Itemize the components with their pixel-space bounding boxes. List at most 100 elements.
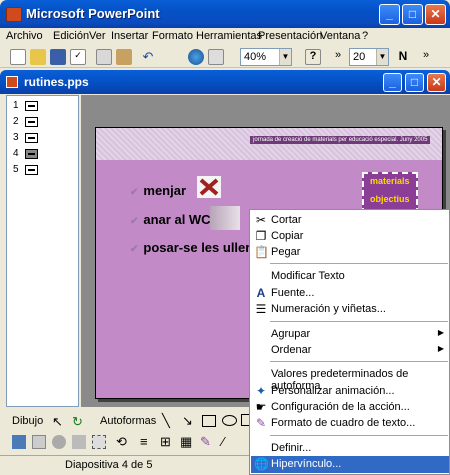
doc-close-button[interactable]: ✕ xyxy=(427,73,446,92)
slide-status: Diapositiva 4 de 5 xyxy=(65,459,153,471)
brightness-icon[interactable] xyxy=(72,435,86,449)
bullet-item-3[interactable]: ✔ posar-se les ullere xyxy=(130,240,258,255)
menu-item-formato-cuadro-texto[interactable]: ✎ Formato de cuadro de texto... xyxy=(251,415,449,432)
slide-thumb-2[interactable]: 2 xyxy=(13,116,38,127)
menu-ventana[interactable]: Ventana xyxy=(320,30,360,42)
standard-toolbar: ✓ ↶ 40% ▼ ? » 20 ▼ N » xyxy=(0,46,450,68)
maximize-button[interactable]: □ xyxy=(402,4,423,25)
document-title: rutines.pps xyxy=(24,75,89,89)
menu-item-modificar-texto[interactable]: Modificar Texto xyxy=(251,268,449,285)
menu-insertar[interactable]: Insertar xyxy=(111,30,148,42)
menu-bar: Archivo Edición Ver Insertar Formato Her… xyxy=(0,28,450,46)
font-icon: A xyxy=(256,286,266,300)
copy-icon[interactable] xyxy=(96,49,112,65)
ellipse-icon[interactable] xyxy=(222,415,237,426)
menu-item-cortar[interactable]: ✂ Cortar xyxy=(251,212,449,229)
slide-thumb-3[interactable]: 3 xyxy=(13,132,38,143)
utensils-image[interactable] xyxy=(197,176,221,198)
menu-item-copiar[interactable]: ❐ Copiar xyxy=(251,228,449,245)
menu-ver[interactable]: Ver xyxy=(89,30,106,42)
zoom-select[interactable]: 40% ▼ xyxy=(240,48,292,66)
menu-item-pegar[interactable]: 📋 Pegar xyxy=(251,244,449,261)
bullet-item-2[interactable]: ✔ anar al WC xyxy=(130,212,211,227)
menu-separator xyxy=(270,321,448,322)
undo-icon[interactable]: ↶ xyxy=(140,49,156,65)
table-icon[interactable] xyxy=(208,49,224,65)
menu-archivo[interactable]: Archivo xyxy=(6,30,43,42)
object-text-2: objectius xyxy=(370,194,410,204)
slide-thumb-1[interactable]: 1 xyxy=(13,100,38,111)
help-icon[interactable]: ? xyxy=(305,49,321,65)
line-icon[interactable]: ╲ xyxy=(162,413,170,429)
hyperlink-icon[interactable] xyxy=(188,49,204,65)
menu-formato[interactable]: Formato xyxy=(152,30,193,42)
autoformas-menu[interactable]: Autoformas xyxy=(100,415,156,427)
minimize-button[interactable]: _ xyxy=(379,4,400,25)
menu-item-hipervinculo[interactable]: 🌐 Hipervínculo... xyxy=(251,456,449,473)
action-icon: ☛ xyxy=(255,400,267,414)
slide-thumb-4[interactable]: 4 xyxy=(13,148,38,159)
wc-image[interactable] xyxy=(210,206,240,230)
toolbar-overflow2-icon[interactable]: » xyxy=(418,49,434,65)
format-picture-icon[interactable]: ▦ xyxy=(180,434,192,450)
color-icon[interactable] xyxy=(32,435,46,449)
menu-herramientas[interactable]: Herramientas xyxy=(196,30,262,42)
save-icon[interactable] xyxy=(50,49,66,65)
slide-header-band xyxy=(96,128,442,160)
menu-item-fuente[interactable]: A Fuente... xyxy=(251,285,449,302)
spellcheck-icon[interactable]: ✓ xyxy=(70,49,86,65)
menu-separator xyxy=(270,263,448,264)
menu-item-numeracion[interactable]: ☰ Numeración y viñetas... xyxy=(251,301,449,318)
rotate-icon[interactable]: ↻ xyxy=(72,414,83,430)
objectives-box[interactable]: materials objectius xyxy=(362,172,418,214)
menu-item-agrupar[interactable]: Agrupar ▶ xyxy=(251,326,449,343)
menu-item-ordenar[interactable]: Ordenar ▶ xyxy=(251,342,449,359)
app-title: Microsoft PowerPoint xyxy=(26,6,160,21)
doc-minimize-button[interactable]: _ xyxy=(383,73,402,92)
slide-thumb-5[interactable]: 5 xyxy=(13,164,38,175)
dibujo-menu[interactable]: Dibujo xyxy=(12,415,43,427)
font-size-select[interactable]: 20 ▼ xyxy=(349,48,389,66)
menu-item-definir[interactable]: Definir... xyxy=(251,440,449,457)
toolbar-overflow-icon[interactable]: » xyxy=(330,49,346,65)
new-icon[interactable] xyxy=(10,49,26,65)
copy-icon: ❐ xyxy=(255,229,267,243)
transparent-icon[interactable]: ⁄ xyxy=(222,434,224,449)
line-style-icon[interactable]: ≡ xyxy=(140,434,148,449)
insert-picture-icon[interactable] xyxy=(12,435,26,449)
powerpoint-icon xyxy=(6,7,22,22)
menu-edicion[interactable]: Edición xyxy=(53,30,89,42)
recolor-icon[interactable]: ✎ xyxy=(200,434,211,450)
menu-item-valores-predeterminados[interactable]: Valores predeterminados de autoforma xyxy=(251,366,449,392)
textbox-format-icon: ✎ xyxy=(255,416,267,430)
open-folder-icon[interactable] xyxy=(30,49,46,65)
paste-icon[interactable] xyxy=(116,49,132,65)
submenu-arrow-icon: ▶ xyxy=(437,344,444,353)
bold-icon[interactable]: N xyxy=(395,49,411,65)
crop-icon[interactable] xyxy=(92,435,106,449)
menu-item-configuracion-accion[interactable]: ☛ Configuración de la acción... xyxy=(251,399,449,416)
close-button[interactable]: ✕ xyxy=(425,4,446,25)
select-arrow-icon[interactable]: ↖ xyxy=(52,414,63,430)
animation-icon: ✦ xyxy=(255,384,267,398)
menu-item-personalizar-animacion[interactable]: ✦ Personalizar animación... xyxy=(251,383,449,400)
menu-separator xyxy=(270,435,448,436)
menu-help[interactable]: ? xyxy=(362,30,368,42)
doc-maximize-button[interactable]: □ xyxy=(405,73,424,92)
compress-icon[interactable]: ⊞ xyxy=(160,434,171,450)
rectangle-icon[interactable] xyxy=(202,415,216,427)
document-icon xyxy=(6,76,18,88)
contrast-icon[interactable] xyxy=(52,435,66,449)
scissors-icon: ✂ xyxy=(255,213,267,227)
bullet-item-1[interactable]: ✔ menjar xyxy=(130,183,186,198)
arrow-icon[interactable]: ↘ xyxy=(182,413,193,429)
context-menu: ✂ Cortar ❐ Copiar 📋 Pegar Modificar Texto A… xyxy=(249,209,450,475)
slides-outline-pane[interactable]: 1 2 3 4 5 xyxy=(6,95,79,407)
paste-icon: 📋 xyxy=(254,245,269,259)
menu-separator xyxy=(270,361,448,362)
slide-header-text: jornada de creació de materials per educ… xyxy=(250,136,431,144)
hyperlink-icon: 🌐 xyxy=(254,457,269,471)
menu-presentacion[interactable]: Presentación xyxy=(258,30,322,42)
rotate-left-icon[interactable]: ⟲ xyxy=(116,434,127,450)
submenu-arrow-icon: ▶ xyxy=(437,328,444,337)
